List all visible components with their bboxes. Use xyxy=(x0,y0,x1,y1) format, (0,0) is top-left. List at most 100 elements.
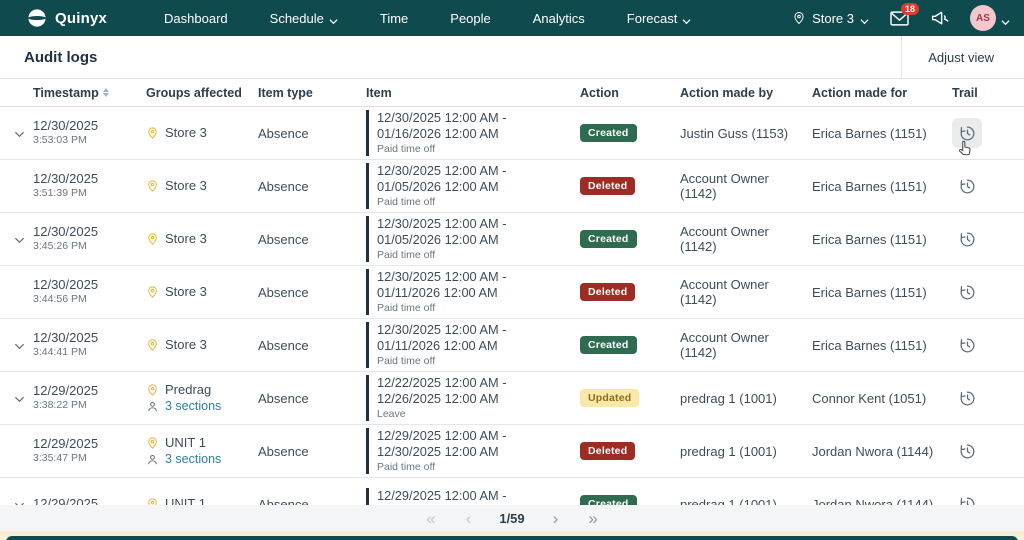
store-selector-label: Store 3 xyxy=(812,11,854,26)
timestamp-time: 3:35:47 PM xyxy=(33,452,138,466)
column-header-action: Action xyxy=(580,86,680,100)
quinyx-logo[interactable]: Quinyx xyxy=(26,7,107,29)
item-range: 12/29/2025 12:00 AM - 12/30/2025 12:00 A… xyxy=(377,428,572,460)
item-type: Absence xyxy=(258,179,366,194)
item-type: Absence xyxy=(258,285,366,300)
table-row[interactable]: 12/30/2025 3:51:39 PM Store 3 Absence xyxy=(0,160,1024,213)
item-range: 12/30/2025 12:00 AM - 01/11/2026 12:00 A… xyxy=(377,269,572,301)
action-made-for: Connor Kent (1051) xyxy=(812,391,948,406)
timestamp-date: 12/30/2025 xyxy=(33,277,138,293)
action-badge: Deleted xyxy=(580,442,635,460)
audit-logs-page: Quinyx Dashboard Schedule Time People xyxy=(0,0,1024,540)
history-icon xyxy=(958,389,977,408)
nav-item-label: Dashboard xyxy=(164,11,228,26)
pagination-bar: « ‹ 1/59 › » xyxy=(0,505,1024,531)
trail-button[interactable] xyxy=(952,171,982,201)
nav-item-schedule[interactable]: Schedule xyxy=(249,11,359,26)
expand-row-icon[interactable] xyxy=(14,128,25,139)
column-header-item: Item xyxy=(366,86,580,100)
table-row[interactable]: 12/30/2025 3:44:41 PM Store 3 Absence xyxy=(0,319,1024,372)
nav-item-label: Time xyxy=(380,11,408,26)
action-badge: Deleted xyxy=(580,177,635,195)
item-range: 12/30/2025 12:00 AM - 01/11/2026 12:00 A… xyxy=(377,322,572,354)
table-row[interactable]: 12/29/2025 3:35:47 PM UNIT 1 3 sections xyxy=(0,425,1024,478)
action-badge: Deleted xyxy=(580,283,635,301)
timestamp-date: 12/30/2025 xyxy=(33,118,138,134)
column-header-trail: Trail xyxy=(948,86,1014,100)
nav-item-label: Forecast xyxy=(627,11,678,26)
trail-button[interactable] xyxy=(952,118,982,148)
prev-page-button[interactable]: ‹ xyxy=(464,510,474,527)
trail-button[interactable] xyxy=(952,224,982,254)
item-range: 12/30/2025 12:00 AM - 01/05/2026 12:00 A… xyxy=(377,216,572,248)
action-made-by: Account Owner (1142) xyxy=(680,171,812,201)
item-sub-type: Paid time off xyxy=(377,301,572,316)
sections-link[interactable]: 3 sections xyxy=(165,451,221,468)
item-range: 12/30/2025 12:00 AM - 01/05/2026 12:00 A… xyxy=(377,163,572,195)
brand-name: Quinyx xyxy=(55,10,107,27)
nav-item-analytics[interactable]: Analytics xyxy=(512,11,606,26)
timestamp-date: 12/30/2025 xyxy=(33,224,138,240)
nav-menu: Dashboard Schedule Time People Analytics xyxy=(143,11,712,26)
item-type: Absence xyxy=(258,391,366,406)
item-range: 12/30/2025 12:00 AM - 01/16/2026 12:00 A… xyxy=(377,110,572,142)
timestamp-time: 3:53:03 PM xyxy=(33,134,138,148)
nav-item-dashboard[interactable]: Dashboard xyxy=(143,11,249,26)
page-title: Audit logs xyxy=(24,49,97,66)
last-page-button[interactable]: » xyxy=(586,510,599,527)
adjust-view-button[interactable]: Adjust view xyxy=(901,36,1024,78)
trail-button[interactable] xyxy=(952,277,982,307)
location-pin-icon xyxy=(146,232,159,246)
page-header: Audit logs Adjust view xyxy=(0,36,1024,79)
action-made-for: Erica Barnes (1151) xyxy=(812,232,948,247)
first-page-button[interactable]: « xyxy=(424,510,437,527)
group-name: UNIT 1 xyxy=(165,434,206,452)
announcements-button[interactable] xyxy=(930,9,950,27)
history-icon xyxy=(958,124,977,143)
user-menu[interactable]: AS xyxy=(970,5,1010,31)
sections-link[interactable]: 3 sections xyxy=(165,398,221,415)
timestamp-time: 3:44:41 PM xyxy=(33,346,138,360)
item-sub-type: Paid time off xyxy=(377,248,572,263)
trail-button[interactable] xyxy=(952,383,982,413)
history-icon xyxy=(958,283,977,302)
history-icon xyxy=(958,177,977,196)
item-sub-type: Paid time off xyxy=(377,354,572,369)
footer-strip xyxy=(0,531,1024,540)
action-made-for: Erica Barnes (1151) xyxy=(812,285,948,300)
next-page-button[interactable]: › xyxy=(551,510,561,527)
column-header-timestamp[interactable]: Timestamp xyxy=(33,86,146,100)
item-type: Absence xyxy=(258,444,366,459)
mail-badge: 18 xyxy=(901,3,919,15)
nav-item-people[interactable]: People xyxy=(429,11,511,26)
table-row[interactable]: 12/30/2025 3:44:56 PM Store 3 Absence xyxy=(0,266,1024,319)
history-icon xyxy=(958,442,977,461)
group-name: Store 3 xyxy=(165,177,207,195)
location-pin-icon xyxy=(146,126,159,140)
expand-row-icon[interactable] xyxy=(14,234,25,245)
store-selector[interactable]: Store 3 xyxy=(792,11,869,26)
table-row[interactable]: 12/30/2025 3:45:26 PM Store 3 Absence xyxy=(0,213,1024,266)
action-badge: Created xyxy=(580,230,637,248)
table-row[interactable]: 12/30/2025 3:53:03 PM Store 3 Absence xyxy=(0,107,1024,160)
expand-row-icon[interactable] xyxy=(14,340,25,351)
timestamp-time: 3:51:39 PM xyxy=(33,187,138,201)
location-pin-icon xyxy=(146,179,159,193)
trail-button[interactable] xyxy=(952,436,982,466)
table-row[interactable]: 12/29/2025 3:38:22 PM Predrag 3 sections xyxy=(0,372,1024,425)
column-header-action-made-by: Action made by xyxy=(680,86,812,100)
nav-item-label: Analytics xyxy=(533,11,585,26)
expand-row-icon[interactable] xyxy=(14,393,25,404)
sections-line: 3 sections xyxy=(146,451,250,468)
chevron-down-icon xyxy=(682,14,691,23)
nav-item-forecast[interactable]: Forecast xyxy=(606,11,713,26)
nav-item-time[interactable]: Time xyxy=(359,11,429,26)
messages-button[interactable]: 18 xyxy=(889,10,910,27)
group-name: Store 3 xyxy=(165,124,207,142)
quinyx-bird-icon xyxy=(26,7,48,29)
action-made-for: Erica Barnes (1151) xyxy=(812,338,948,353)
trail-button[interactable] xyxy=(952,330,982,360)
chevron-down-icon xyxy=(1001,14,1010,23)
chevron-down-icon xyxy=(860,14,869,23)
item-range: 12/22/2025 12:00 AM - 12/26/2025 12:00 A… xyxy=(377,375,572,407)
